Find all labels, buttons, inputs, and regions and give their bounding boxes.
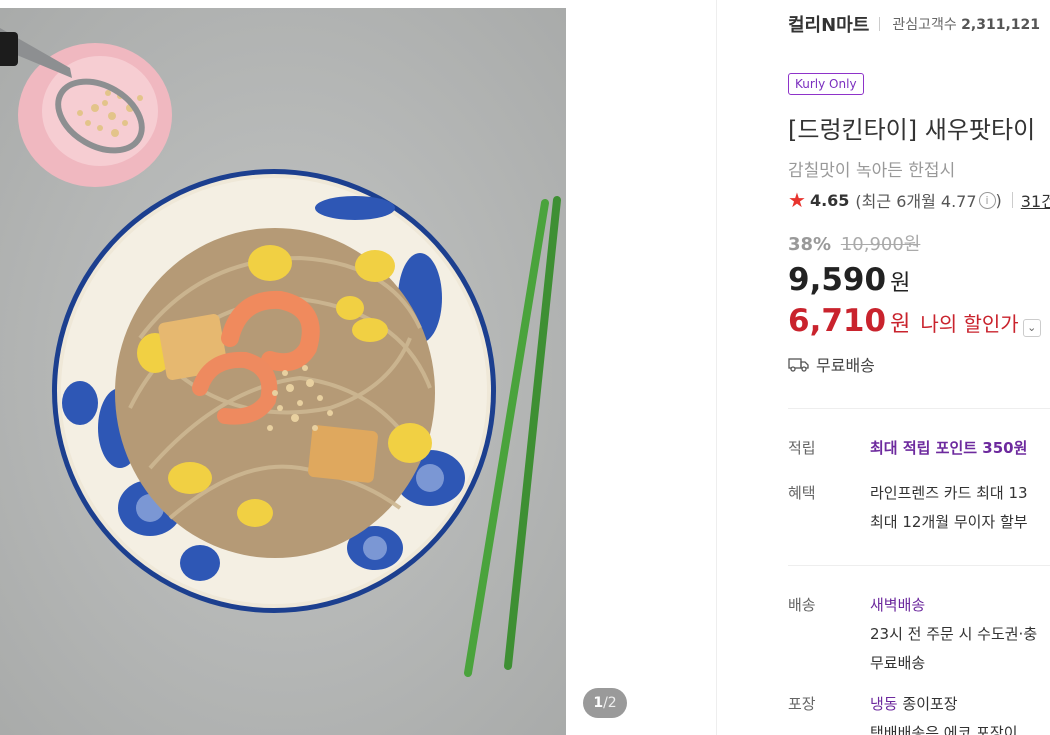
review-count-link[interactable]: 31건 (1021, 188, 1050, 212)
package-line2: 택배배송은 에코 포장이 (870, 724, 1018, 735)
followers-label: 관심고객수 (892, 17, 957, 33)
kurly-only-tag: Kurly Only (788, 73, 864, 95)
package-material: 종이포장 (902, 695, 958, 713)
image-corner-badge (0, 32, 18, 66)
benefit-line2: 최대 12개월 무이자 할부 (870, 513, 1028, 531)
shipping-label: 무료배송 (816, 356, 875, 375)
product-info-panel: 컬리N마트 관심고객수 2,311,121 Kurly Only [드렁킨타이]… (788, 0, 1050, 735)
original-price: 10,900원 (840, 234, 921, 255)
benefit-key: 혜택 (788, 484, 816, 502)
my-price-row: 6,710 원 나의 할인가 ⌄ (788, 303, 1041, 339)
delivery-value: 새벽배송 23시 전 주문 시 수도권·충 무료배송 (870, 594, 1037, 673)
benefit-line1: 라인프렌즈 카드 최대 13 (870, 484, 1028, 502)
benefit-value: 라인프렌즈 카드 최대 13 최대 12개월 무이자 할부 (870, 482, 1028, 532)
info-icon[interactable]: i (978, 191, 996, 209)
pager-total: /2 (603, 695, 617, 711)
rating-recent: (최근 6개월 4.77 (855, 192, 977, 211)
shipping-row: 무료배송 (788, 352, 875, 376)
rating-row: ★ 4.65 (최근 6개월 4.77 i ) 31건 (788, 188, 1050, 212)
price: 9,590 (788, 262, 887, 298)
brand-link[interactable]: 컬리N마트 (788, 11, 869, 37)
original-price-row: 38% 10,900원 (788, 230, 920, 256)
pager-current: 1 (593, 695, 604, 711)
rating-recent-close: ) (995, 190, 1002, 210)
my-price-label: 나의 할인가 (920, 312, 1019, 336)
package-value: 냉동 종이포장 택배배송은 에코 포장이 (870, 693, 1018, 735)
my-price: 6,710 (788, 303, 887, 339)
points-value: 최대 적립 포인트 350원 (870, 439, 1028, 457)
followers-count: 2,311,121 (961, 17, 1040, 33)
my-price-unit: 원 (890, 312, 911, 337)
column-divider (716, 0, 717, 735)
delivery-line3: 무료배송 (870, 654, 926, 672)
brand-row: 컬리N마트 관심고객수 2,311,121 (788, 12, 1040, 36)
divider (788, 408, 1050, 409)
star-icon: ★ (788, 188, 806, 212)
product-image[interactable] (0, 8, 566, 735)
product-photo-illustration (0, 8, 566, 735)
rating-score: 4.65 (809, 190, 850, 210)
points-key: 적립 (788, 439, 816, 457)
divider (788, 565, 1050, 566)
price-unit: 원 (890, 271, 911, 296)
price-row: 9,590 원 (788, 262, 910, 298)
delivery-key: 배송 (788, 596, 816, 614)
product-title: [드렁킨타이] 새우팟타이 (788, 116, 1036, 144)
image-pager: 1/2 (583, 688, 627, 718)
product-subtitle: 감칠맛이 녹아든 한접시 (788, 161, 956, 181)
delivery-line2: 23시 전 주문 시 수도권·충 (870, 625, 1038, 643)
delivery-type: 새벽배송 (870, 596, 926, 614)
brand-separator (879, 17, 881, 31)
package-key: 포장 (788, 695, 816, 713)
discount-rate: 38% (788, 234, 832, 255)
truck-icon (788, 358, 809, 372)
package-type: 냉동 (870, 695, 898, 713)
chevron-down-icon[interactable]: ⌄ (1022, 319, 1041, 337)
followers: 관심고객수 2,311,121 (892, 14, 1040, 34)
rating-separator (1011, 192, 1013, 208)
